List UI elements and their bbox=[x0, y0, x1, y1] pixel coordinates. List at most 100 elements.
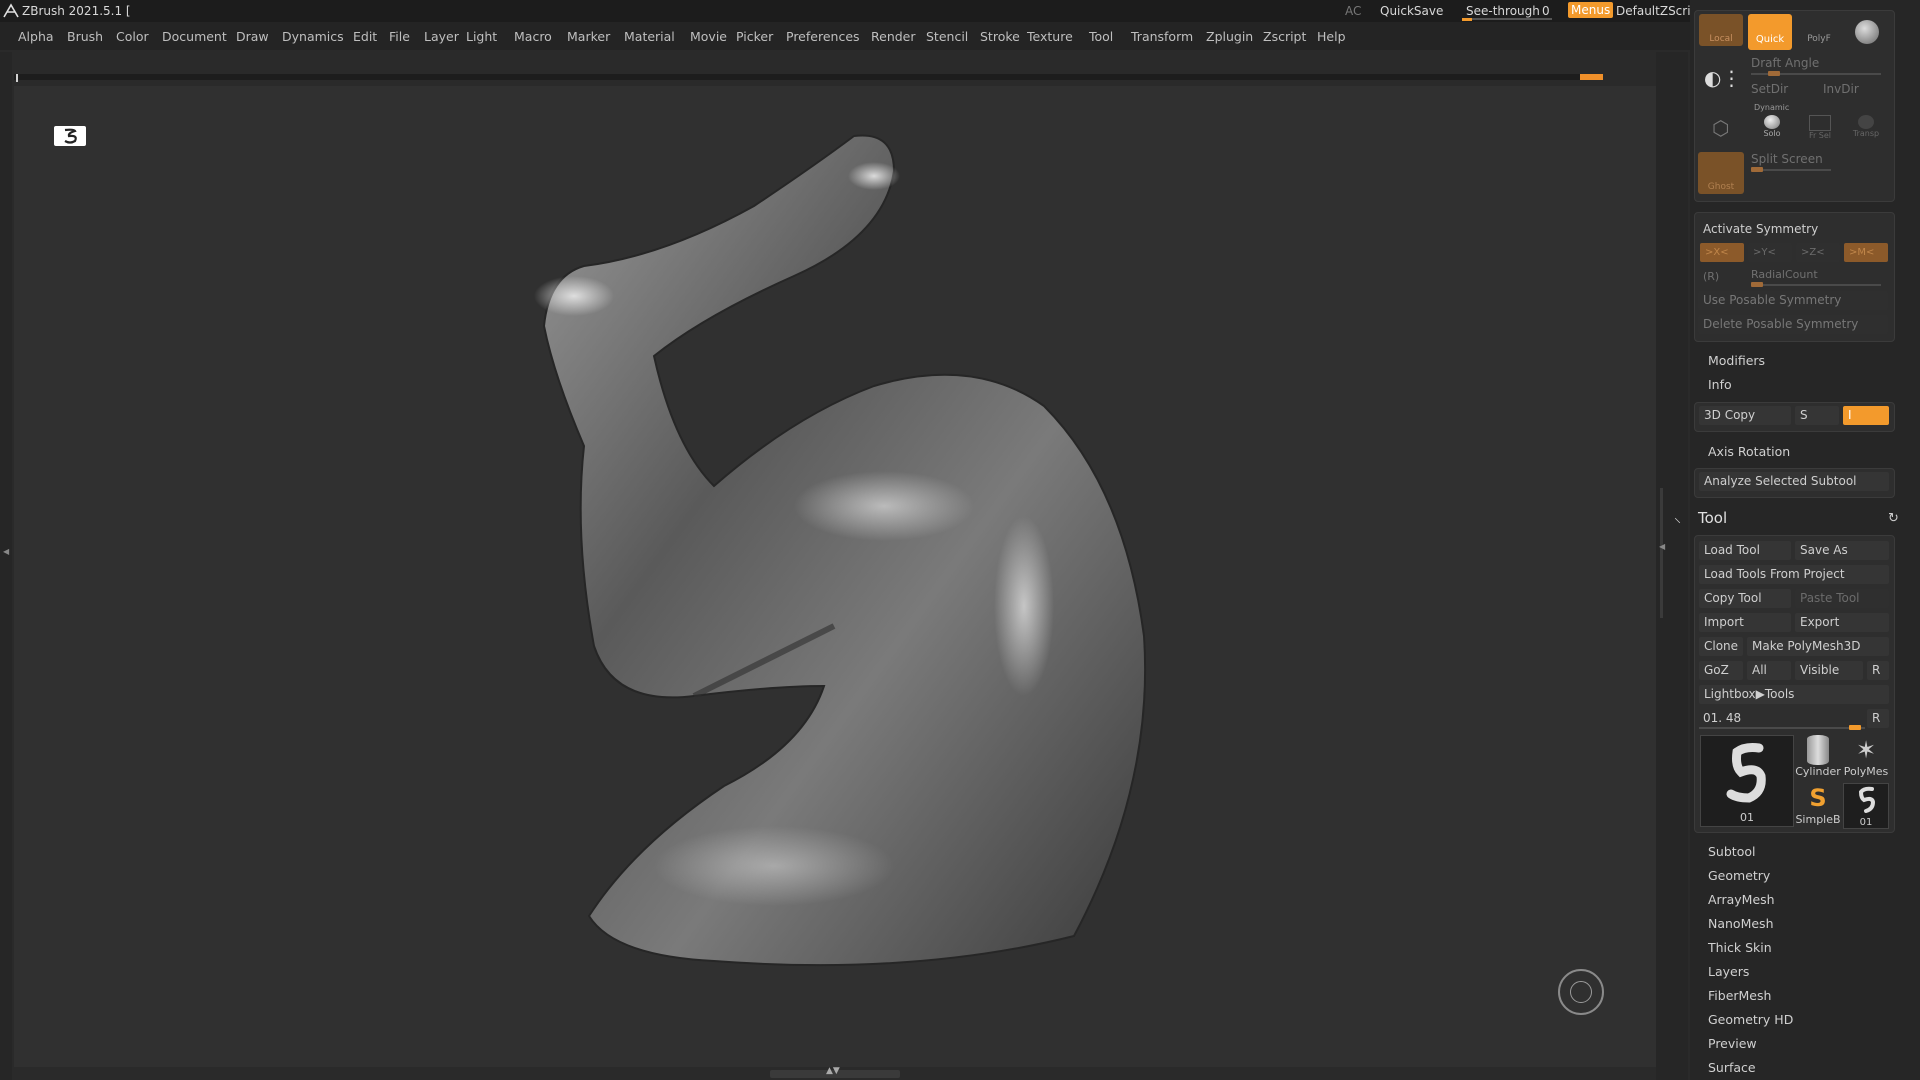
section-arraymesh[interactable]: ArrayMesh bbox=[1708, 892, 1775, 907]
menu-edit[interactable]: Edit bbox=[353, 29, 377, 44]
menu-alpha[interactable]: Alpha bbox=[18, 29, 54, 44]
section-nanomesh[interactable]: NanoMesh bbox=[1708, 916, 1774, 931]
quicksave-button[interactable]: QuickSave bbox=[1380, 4, 1443, 18]
symmetry-y-button[interactable]: >Y< bbox=[1748, 243, 1792, 262]
canvas-bottom-handle[interactable]: ▲▼ bbox=[770, 1066, 900, 1078]
info-section[interactable]: Info bbox=[1708, 377, 1732, 392]
simplebrush-tool-thumbnail[interactable]: S SimpleB bbox=[1795, 783, 1841, 827]
tool-slider[interactable] bbox=[1699, 725, 1865, 730]
ghost-button[interactable]: Ghost bbox=[1698, 152, 1744, 194]
goz-all-button[interactable]: All bbox=[1747, 661, 1791, 680]
symmetry-m-button[interactable]: >M< bbox=[1844, 243, 1888, 262]
current-tool-thumbnail[interactable]: 01 bbox=[1700, 735, 1794, 827]
small-tool-thumbnail[interactable]: 01 bbox=[1843, 783, 1889, 829]
radial-count-label[interactable]: RadialCount bbox=[1751, 268, 1818, 281]
menu-zscript[interactable]: Zscript bbox=[1263, 29, 1306, 44]
save-as-button[interactable]: Save As bbox=[1795, 541, 1889, 560]
goz-r-button[interactable]: R bbox=[1867, 661, 1889, 680]
make-polymesh3d-button[interactable]: Make PolyMesh3D bbox=[1747, 637, 1889, 656]
section-fibermesh[interactable]: FiberMesh bbox=[1708, 988, 1771, 1003]
menu-draw[interactable]: Draw bbox=[236, 29, 269, 44]
goz-visible-button[interactable]: Visible bbox=[1795, 661, 1863, 680]
menu-zplugin[interactable]: Zplugin bbox=[1206, 29, 1253, 44]
menu-preferences[interactable]: Preferences bbox=[786, 29, 860, 44]
frsel-button[interactable]: Fr Sel bbox=[1802, 113, 1838, 143]
menus-toggle[interactable]: Menus bbox=[1568, 2, 1614, 18]
ac-label[interactable]: AC bbox=[1345, 4, 1361, 18]
menu-macro[interactable]: Macro bbox=[514, 29, 552, 44]
menu-marker[interactable]: Marker bbox=[567, 29, 610, 44]
load-tools-from-project-button[interactable]: Load Tools From Project bbox=[1699, 565, 1889, 584]
navigation-gizmo[interactable] bbox=[1558, 969, 1604, 1015]
draft-angle-label[interactable]: Draft Angle bbox=[1751, 56, 1819, 70]
see-through-slider[interactable] bbox=[1462, 18, 1552, 21]
timeline[interactable] bbox=[14, 74, 1603, 82]
radial-count-slider[interactable] bbox=[1751, 282, 1881, 287]
paste-tool-button[interactable]: Paste Tool bbox=[1795, 589, 1889, 608]
split-screen-slider[interactable] bbox=[1751, 167, 1831, 172]
invdir-button[interactable]: InvDir bbox=[1823, 82, 1859, 96]
perspective-cube-icon[interactable]: ⬡ bbox=[1712, 116, 1729, 140]
right-collapse-arrow-icon[interactable]: ◀ bbox=[1659, 542, 1665, 551]
see-through-label[interactable]: See-through bbox=[1466, 4, 1540, 18]
3d-model-viewport[interactable] bbox=[14, 86, 1656, 1067]
menu-stroke[interactable]: Stroke bbox=[980, 29, 1020, 44]
modifiers-section[interactable]: Modifiers bbox=[1708, 353, 1765, 368]
quick-button[interactable]: Quick bbox=[1748, 14, 1792, 50]
transp-button[interactable]: Transp bbox=[1848, 113, 1884, 143]
setdir-button[interactable]: SetDir bbox=[1751, 82, 1788, 96]
activate-symmetry-button[interactable]: Activate Symmetry bbox=[1703, 222, 1818, 236]
menu-tool[interactable]: Tool bbox=[1089, 29, 1113, 44]
tool-palette-header[interactable]: Tool bbox=[1698, 509, 1727, 527]
menu-dynamics[interactable]: Dynamics bbox=[282, 29, 344, 44]
menu-document[interactable]: Document bbox=[162, 29, 227, 44]
symmetry-z-button[interactable]: >Z< bbox=[1796, 243, 1840, 262]
solo-button[interactable]: Solo bbox=[1754, 113, 1790, 143]
copy3d-i-field[interactable]: I bbox=[1843, 406, 1889, 425]
delete-posable-symmetry-button[interactable]: Delete Posable Symmetry bbox=[1698, 315, 1888, 334]
split-screen-label[interactable]: Split Screen bbox=[1751, 152, 1823, 166]
draft-angle-slider[interactable] bbox=[1751, 71, 1881, 76]
tool-slider-r-button[interactable]: R bbox=[1867, 709, 1889, 728]
menu-transform[interactable]: Transform bbox=[1131, 29, 1193, 44]
section-subtool[interactable]: Subtool bbox=[1708, 844, 1755, 859]
refresh-icon[interactable]: ↻ bbox=[1888, 511, 1899, 526]
analyze-selected-subtool-button[interactable]: Analyze Selected Subtool bbox=[1699, 472, 1889, 491]
left-collapse-arrow-icon[interactable]: ◀ bbox=[3, 547, 9, 556]
material-sphere-icon[interactable] bbox=[1855, 20, 1879, 44]
section-geometry[interactable]: Geometry bbox=[1708, 868, 1770, 883]
menu-brush[interactable]: Brush bbox=[67, 29, 103, 44]
section-preview[interactable]: Preview bbox=[1708, 1036, 1757, 1051]
menu-movie[interactable]: Movie bbox=[690, 29, 727, 44]
local-button[interactable]: Local bbox=[1699, 14, 1743, 46]
copy-tool-button[interactable]: Copy Tool bbox=[1699, 589, 1791, 608]
polyf-button[interactable]: PolyF bbox=[1797, 14, 1841, 46]
clone-button[interactable]: Clone bbox=[1699, 637, 1743, 656]
section-thick-skin[interactable]: Thick Skin bbox=[1708, 940, 1772, 955]
import-button[interactable]: Import bbox=[1699, 613, 1791, 632]
menu-file[interactable]: File bbox=[389, 29, 410, 44]
menu-layer[interactable]: Layer bbox=[424, 29, 459, 44]
use-posable-symmetry-button[interactable]: Use Posable Symmetry bbox=[1698, 291, 1888, 310]
floor-toggle-icon[interactable]: ◐⋮ bbox=[1704, 66, 1741, 90]
menu-light[interactable]: Light bbox=[466, 29, 497, 44]
symmetry-x-button[interactable]: >X< bbox=[1700, 243, 1744, 262]
cylinder-tool-thumbnail[interactable]: Cylinder bbox=[1795, 735, 1841, 779]
menu-picker[interactable]: Picker bbox=[736, 29, 773, 44]
copy3d-s-field[interactable]: S bbox=[1795, 406, 1839, 425]
section-layers[interactable]: Layers bbox=[1708, 964, 1749, 979]
section-surface[interactable]: Surface bbox=[1708, 1060, 1756, 1075]
export-button[interactable]: Export bbox=[1795, 613, 1889, 632]
timeline-marker[interactable] bbox=[1580, 74, 1603, 80]
lightbox-tools-button[interactable]: Lightbox▶Tools bbox=[1699, 685, 1889, 704]
load-tool-button[interactable]: Load Tool bbox=[1699, 541, 1791, 560]
document-canvas[interactable] bbox=[14, 86, 1656, 1067]
goz-button[interactable]: GoZ bbox=[1699, 661, 1743, 680]
menu-material[interactable]: Material bbox=[624, 29, 675, 44]
menu-texture[interactable]: Texture bbox=[1027, 29, 1073, 44]
menu-render[interactable]: Render bbox=[871, 29, 916, 44]
menu-help[interactable]: Help bbox=[1317, 29, 1346, 44]
copy3d-button[interactable]: 3D Copy bbox=[1699, 406, 1791, 425]
menu-stencil[interactable]: Stencil bbox=[926, 29, 968, 44]
axis-rotation-section[interactable]: Axis Rotation bbox=[1708, 444, 1790, 459]
